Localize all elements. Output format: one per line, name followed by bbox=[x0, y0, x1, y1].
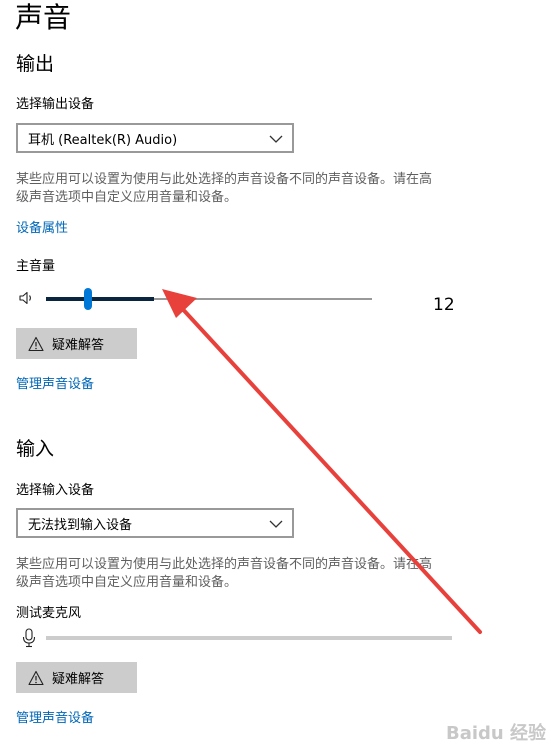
warning-icon bbox=[28, 670, 44, 685]
microphone-icon bbox=[22, 628, 36, 648]
output-troubleshoot-button[interactable]: 疑难解答 bbox=[16, 328, 137, 359]
input-troubleshoot-button[interactable]: 疑难解答 bbox=[16, 662, 137, 693]
input-description-line2: 级声音选项中自定义应用音量和设备。 bbox=[16, 575, 238, 590]
output-section-title: 输出 bbox=[16, 53, 55, 75]
input-device-selected: 无法找到输入设备 bbox=[28, 517, 133, 533]
output-troubleshoot-label: 疑难解答 bbox=[52, 338, 105, 353]
input-device-dropdown[interactable]: 无法找到输入设备 bbox=[16, 508, 294, 538]
speaker-icon[interactable] bbox=[18, 290, 34, 306]
input-section-title: 输入 bbox=[16, 438, 55, 460]
chevron-down-icon bbox=[269, 135, 283, 143]
output-manage-devices-link[interactable]: 管理声音设备 bbox=[16, 376, 94, 394]
chevron-down-icon bbox=[269, 520, 283, 528]
output-description-line1: 某些应用可以设置为使用与此处选择的声音设备不同的声音设备。请在高 bbox=[16, 172, 433, 187]
mic-level-meter bbox=[46, 636, 452, 640]
input-description-line1: 某些应用可以设置为使用与此处选择的声音设备不同的声音设备。请在高 bbox=[16, 557, 433, 572]
volume-slider-thumb[interactable] bbox=[84, 288, 92, 310]
input-device-label: 选择输入设备 bbox=[16, 483, 95, 498]
output-device-selected: 耳机 (Realtek(R) Audio) bbox=[28, 132, 178, 148]
page-title: 声音 bbox=[15, 1, 72, 34]
output-description-line2: 级声音选项中自定义应用音量和设备。 bbox=[16, 190, 238, 205]
volume-value: 12 bbox=[433, 295, 455, 315]
output-device-dropdown[interactable]: 耳机 (Realtek(R) Audio) bbox=[16, 123, 294, 153]
watermark: Baidu 经验 bbox=[445, 723, 546, 744]
output-description: 某些应用可以设置为使用与此处选择的声音设备不同的声音设备。请在高 级声音选项中自… bbox=[16, 171, 486, 207]
volume-slider-fill bbox=[46, 297, 154, 301]
output-device-label: 选择输出设备 bbox=[16, 97, 95, 112]
input-troubleshoot-label: 疑难解答 bbox=[52, 672, 105, 687]
input-manage-devices-link[interactable]: 管理声音设备 bbox=[16, 710, 94, 728]
device-properties-link[interactable]: 设备属性 bbox=[16, 220, 68, 238]
master-volume-slider[interactable] bbox=[46, 288, 372, 310]
warning-icon bbox=[28, 336, 44, 351]
input-description: 某些应用可以设置为使用与此处选择的声音设备不同的声音设备。请在高 级声音选项中自… bbox=[16, 556, 486, 592]
mic-test-label: 测试麦克风 bbox=[16, 606, 82, 621]
master-volume-label: 主音量 bbox=[16, 259, 56, 274]
